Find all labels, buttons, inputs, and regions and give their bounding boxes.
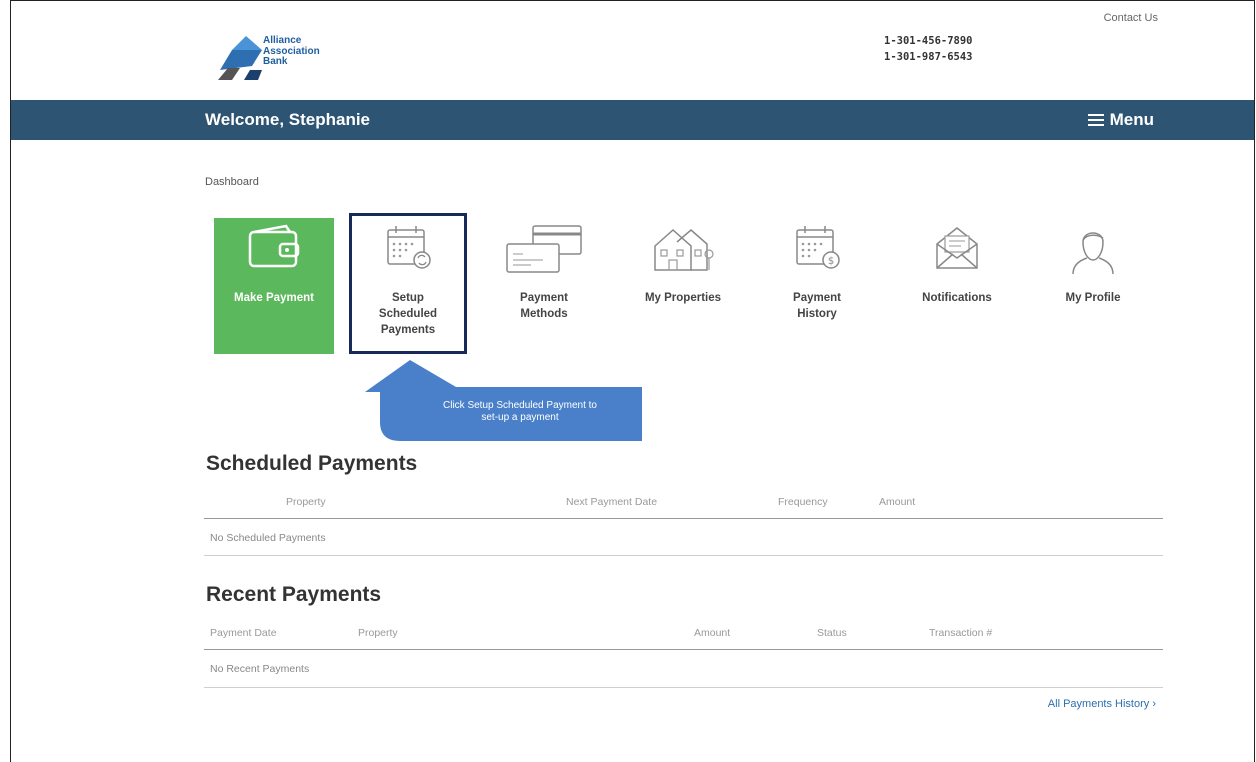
tile-payment-methods[interactable]: Payment Methods: [485, 218, 603, 354]
logo-line-1: Alliance: [263, 35, 302, 46]
tile-label-line: My Profile: [1065, 292, 1121, 304]
tile-label: Notifications: [898, 290, 1016, 306]
column-header-frequency: Frequency: [778, 496, 828, 508]
column-header-amount: Amount: [694, 627, 731, 639]
phone-numbers: 1-301-456-7890 1-301-987-6543: [884, 33, 973, 65]
column-header-amount: Amount: [879, 496, 916, 508]
column-header-transaction: Transaction #: [929, 627, 993, 639]
scheduled-empty-message: No Scheduled Payments: [210, 532, 326, 544]
scheduled-payments-title: Scheduled Payments: [206, 452, 418, 475]
phone-number-2: 1-301-987-6543: [884, 51, 973, 63]
table-divider: [204, 518, 1163, 519]
table-divider: [204, 687, 1163, 688]
tile-payment-history[interactable]: $ Payment History: [758, 218, 876, 354]
menu-button[interactable]: Menu: [1087, 110, 1154, 130]
phone-number-1: 1-301-456-7890: [884, 35, 973, 47]
callout-line-2: set-up a payment: [481, 412, 559, 423]
credit-card-icon: [506, 225, 582, 273]
table-divider: [204, 555, 1163, 556]
tile-label-line: My Properties: [644, 292, 722, 304]
wallet-icon: [248, 224, 300, 268]
logo-line-3: Bank: [263, 56, 288, 67]
all-payments-history-link[interactable]: All Payments History ›: [1048, 698, 1156, 710]
recent-payments-title: Recent Payments: [206, 583, 382, 606]
welcome-message: Welcome, Stephanie: [205, 110, 371, 129]
breadcrumb: Dashboard: [205, 176, 259, 188]
contact-us-link[interactable]: Contact Us: [1104, 12, 1158, 24]
table-divider: [204, 649, 1163, 650]
hamburger-icon: [1087, 114, 1104, 126]
houses-icon: [654, 228, 714, 271]
callout-line-1: Click Setup Scheduled Payment to: [443, 400, 597, 411]
user-icon: [1072, 232, 1114, 274]
column-header-property: Property: [358, 627, 398, 639]
tile-notifications[interactable]: Notifications: [898, 218, 1016, 354]
column-header-status: Status: [817, 627, 847, 639]
logo-text: Alliance Association Bank: [263, 35, 320, 68]
svg-text:$: $: [828, 256, 834, 267]
tile-label: Make Payment: [214, 290, 334, 306]
envelope-icon: [936, 227, 978, 269]
tile-label-line: Notifications: [922, 292, 992, 304]
tile-label-line: Methods: [520, 308, 568, 320]
tile-label-line: Payment: [793, 292, 841, 304]
column-header-property: Property: [286, 496, 326, 508]
tile-my-profile[interactable]: My Profile: [1034, 218, 1152, 354]
tile-label: Payment Methods: [485, 290, 603, 322]
column-header-next-payment-date: Next Payment Date: [566, 496, 658, 508]
tile-label: My Properties: [624, 290, 742, 306]
tile-label: My Profile: [1034, 290, 1152, 306]
tile-label: Payment History: [758, 290, 876, 322]
highlight-box: [349, 213, 467, 354]
callout-text: Click Setup Scheduled Payment to set-up …: [400, 400, 640, 424]
top-navbar: Welcome, Stephanie Menu: [11, 100, 1254, 140]
menu-label: Menu: [1109, 110, 1154, 129]
tile-label-line: Make Payment: [234, 292, 314, 304]
tile-my-properties[interactable]: My Properties: [624, 218, 742, 354]
column-header-payment-date: Payment Date: [210, 627, 277, 639]
tile-make-payment[interactable]: Make Payment: [214, 218, 334, 354]
calendar-dollar-icon: $: [796, 226, 840, 269]
recent-empty-message: No Recent Payments: [210, 663, 310, 675]
tile-label-line: History: [797, 308, 837, 320]
tile-label-line: Payment: [520, 292, 568, 304]
